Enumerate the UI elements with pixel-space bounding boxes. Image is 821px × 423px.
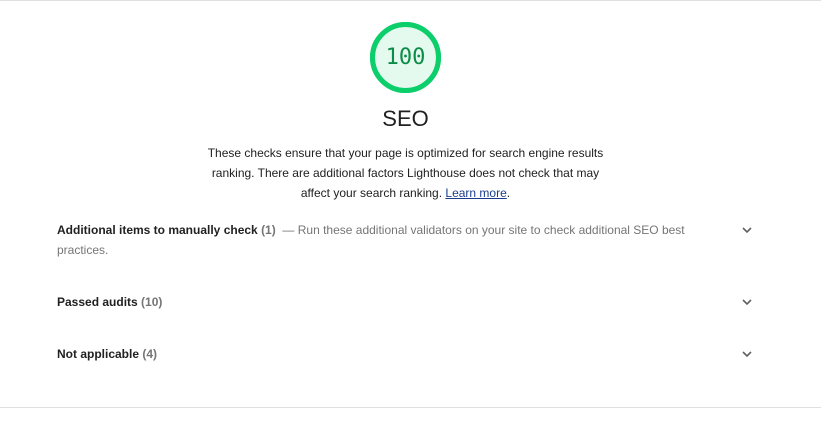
score-gauge[interactable]: 100 bbox=[369, 21, 442, 94]
group-not-applicable[interactable]: Not applicable (4) bbox=[57, 344, 757, 364]
group-title: Not applicable bbox=[57, 347, 140, 361]
group-header[interactable]: Not applicable (4) bbox=[57, 344, 757, 364]
group-header[interactable]: Additional items to manually check (1) —… bbox=[57, 220, 757, 260]
category-description-text: These checks ensure that your page is op… bbox=[207, 146, 604, 200]
learn-more-link[interactable]: Learn more bbox=[445, 186, 506, 200]
category-description: These checks ensure that your page is op… bbox=[200, 143, 611, 203]
category-title: SEO bbox=[382, 106, 429, 131]
gauge-score-value: 100 bbox=[385, 45, 426, 70]
chevron-down-icon[interactable] bbox=[741, 296, 753, 308]
group-header[interactable]: Passed audits (10) bbox=[57, 292, 757, 312]
group-separator: — bbox=[282, 223, 295, 237]
group-title: Passed audits bbox=[57, 295, 138, 309]
chevron-down-icon[interactable] bbox=[741, 348, 753, 360]
group-title: Additional items to manually check bbox=[57, 223, 258, 237]
description-trailing-period: . bbox=[506, 186, 511, 200]
lighthouse-seo-category: 100 SEO These checks ensure that your pa… bbox=[0, 0, 821, 423]
group-count: (4) bbox=[142, 347, 158, 361]
group-manual-checks[interactable]: Additional items to manually check (1) —… bbox=[57, 220, 757, 260]
section-divider bbox=[0, 407, 821, 408]
chevron-down-icon[interactable] bbox=[741, 224, 753, 236]
group-count: (1) bbox=[261, 223, 276, 237]
group-passed-audits[interactable]: Passed audits (10) bbox=[57, 292, 757, 312]
group-count: (10) bbox=[141, 295, 163, 309]
